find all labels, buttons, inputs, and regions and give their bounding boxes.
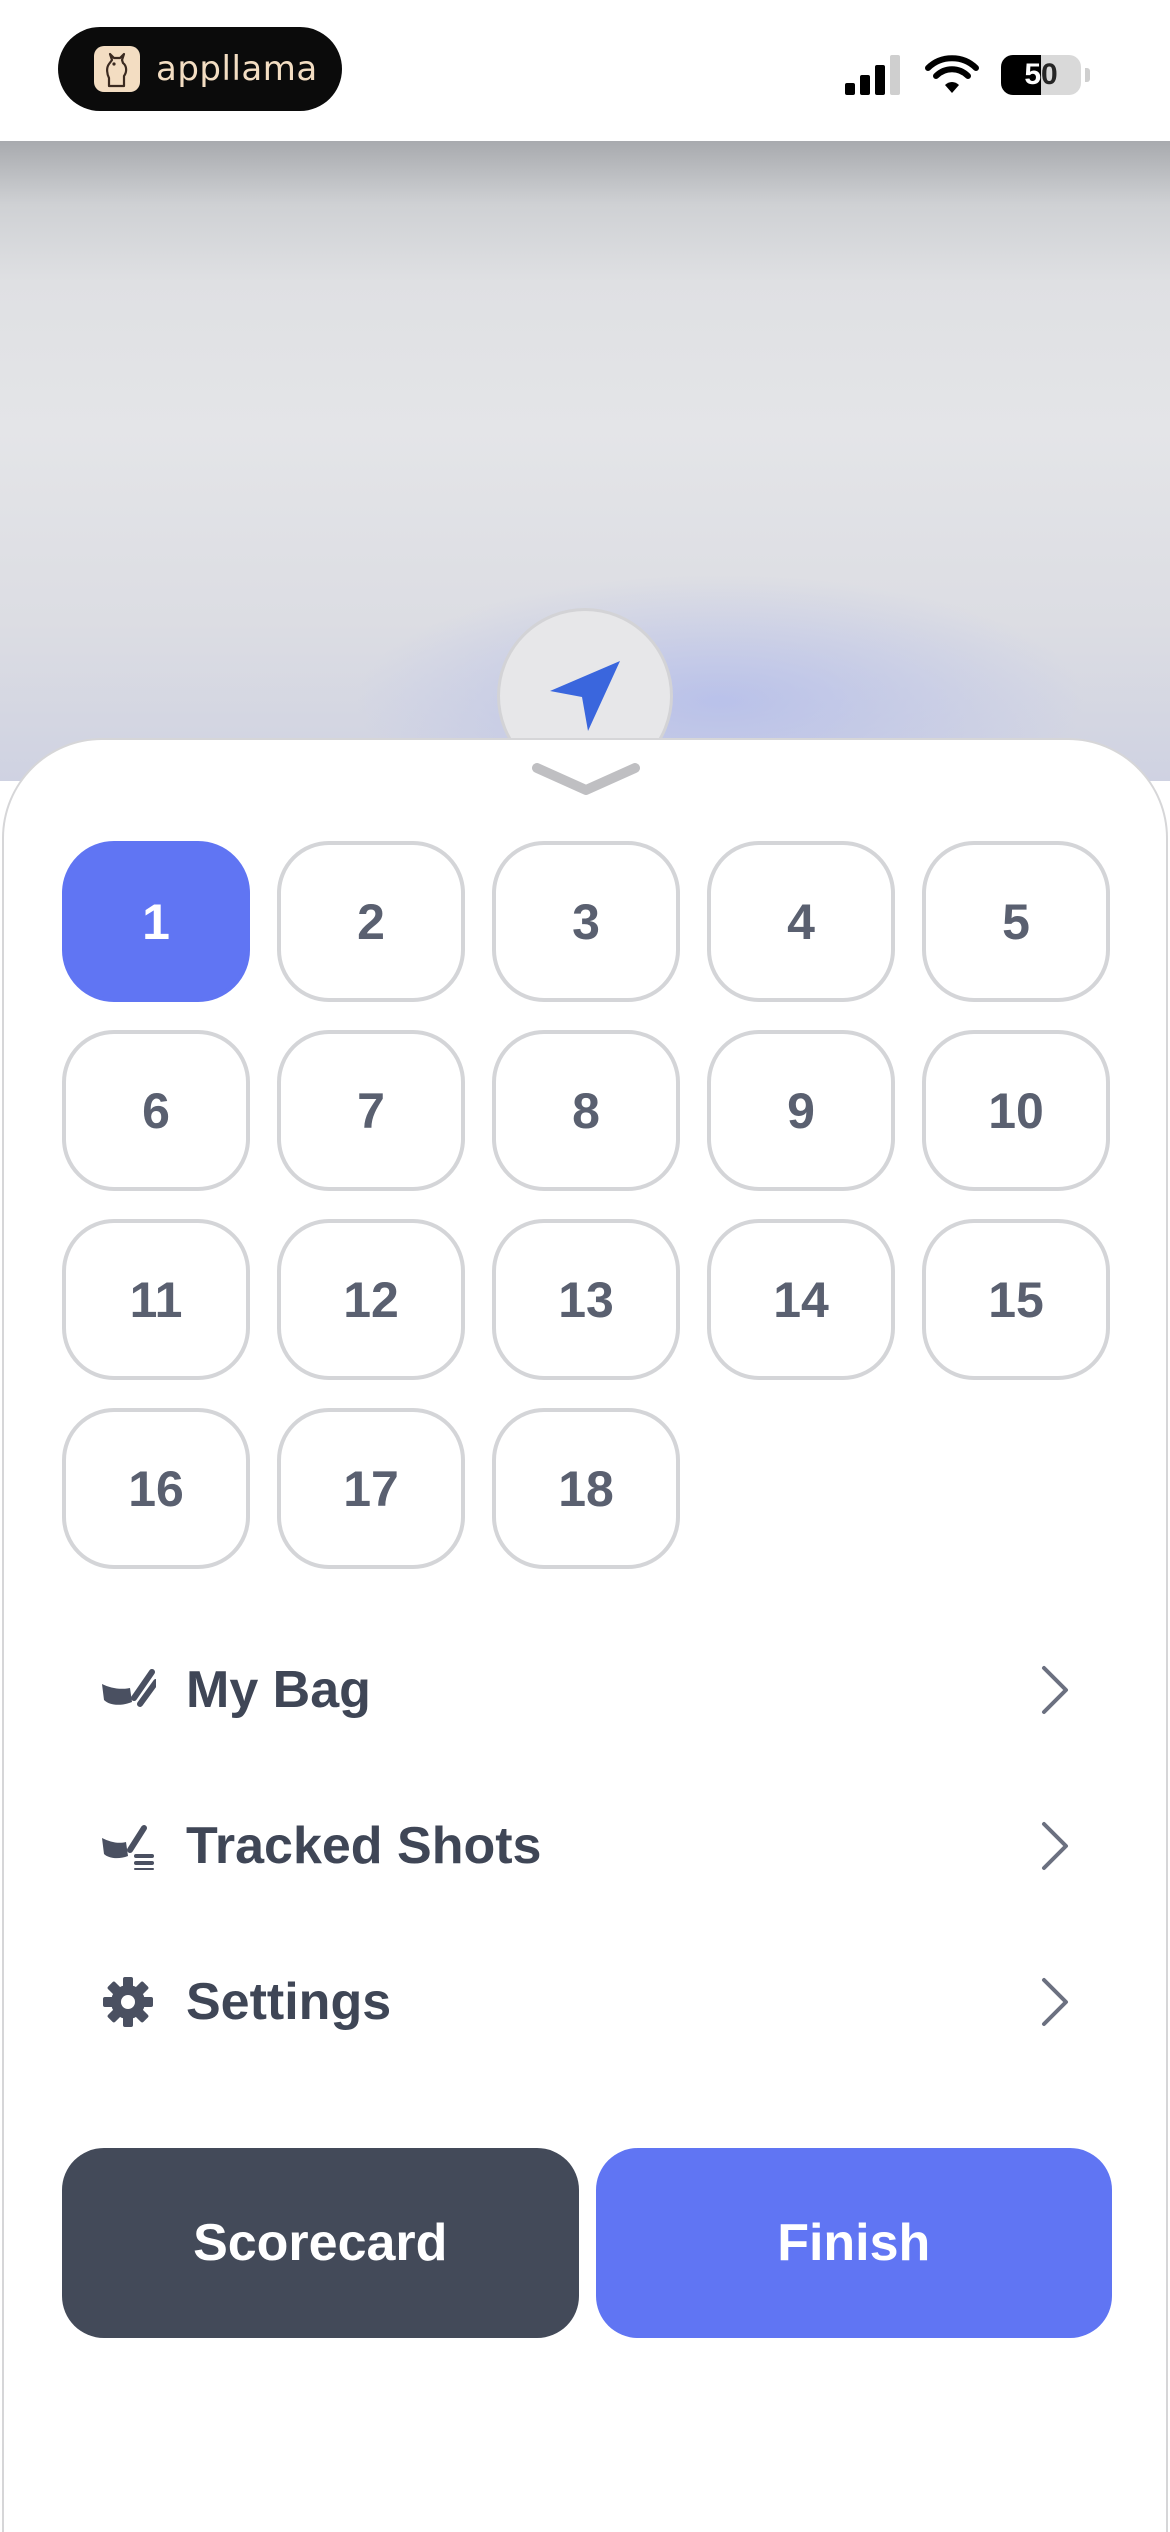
menu-item-my-bag[interactable]: My Bag xyxy=(4,1612,1166,1768)
chevron-right-icon xyxy=(1042,1978,1068,2026)
hole-button-7[interactable]: 7 xyxy=(277,1030,465,1191)
map-view[interactable] xyxy=(0,141,1170,784)
scorecard-button[interactable]: Scorecard xyxy=(62,2148,579,2338)
battery-cap xyxy=(1085,68,1090,82)
menu-label-my-bag: My Bag xyxy=(186,1661,371,1719)
hole-button-15[interactable]: 15 xyxy=(922,1219,1110,1380)
hole-button-10[interactable]: 10 xyxy=(922,1030,1110,1191)
menu-label-settings: Settings xyxy=(186,1973,392,2031)
menu-item-tracked-shots[interactable]: Tracked Shots xyxy=(4,1768,1166,1924)
hole-button-9[interactable]: 9 xyxy=(707,1030,895,1191)
hole-button-1[interactable]: 1 xyxy=(62,841,250,1002)
battery-indicator: 50 xyxy=(1001,55,1081,95)
menu-label-tracked-shots: Tracked Shots xyxy=(186,1817,542,1875)
menu-list: My Bag Tracked Shots Settings xyxy=(4,1612,1166,2080)
hole-button-12[interactable]: 12 xyxy=(277,1219,465,1380)
hole-button-3[interactable]: 3 xyxy=(492,841,680,1002)
gear-icon xyxy=(100,1974,156,2030)
app-name: appllama xyxy=(156,49,318,89)
hole-button-18[interactable]: 18 xyxy=(492,1408,680,1569)
bottom-sheet: 1 2 3 4 5 6 7 8 9 10 11 12 13 14 15 16 17 18 My Bag xyxy=(2,738,1168,2532)
hole-button-4[interactable]: 4 xyxy=(707,841,895,1002)
action-buttons: Scorecard Finish xyxy=(62,2148,1112,2338)
hole-button-17[interactable]: 17 xyxy=(277,1408,465,1569)
chevron-down-icon[interactable] xyxy=(531,760,641,800)
hole-selector: 1 2 3 4 5 6 7 8 9 10 11 12 13 14 15 16 17 18 xyxy=(62,841,1110,1569)
hole-button-14[interactable]: 14 xyxy=(707,1219,895,1380)
finish-button[interactable]: Finish xyxy=(595,2148,1112,2338)
wifi-icon xyxy=(925,55,979,93)
hole-button-5[interactable]: 5 xyxy=(922,841,1110,1002)
navigation-arrow-icon xyxy=(550,661,620,731)
status-icons: 50 xyxy=(845,52,1090,98)
chevron-right-icon xyxy=(1042,1666,1068,1714)
hole-button-16[interactable]: 16 xyxy=(62,1408,250,1569)
battery-level: 50 xyxy=(1024,58,1058,91)
hole-button-11[interactable]: 11 xyxy=(62,1219,250,1380)
menu-item-settings[interactable]: Settings xyxy=(4,1924,1166,2080)
status-bar: appllama 50 xyxy=(0,0,1170,141)
llama-logo-icon xyxy=(94,46,140,92)
hole-button-2[interactable]: 2 xyxy=(277,841,465,1002)
tracked-shots-icon xyxy=(100,1818,156,1874)
golf-club-icon xyxy=(100,1662,156,1718)
hole-button-6[interactable]: 6 xyxy=(62,1030,250,1191)
chevron-right-icon xyxy=(1042,1822,1068,1870)
cellular-signal-icon xyxy=(845,55,900,95)
hole-button-13[interactable]: 13 xyxy=(492,1219,680,1380)
hole-button-8[interactable]: 8 xyxy=(492,1030,680,1191)
app-badge[interactable]: appllama xyxy=(58,27,342,111)
